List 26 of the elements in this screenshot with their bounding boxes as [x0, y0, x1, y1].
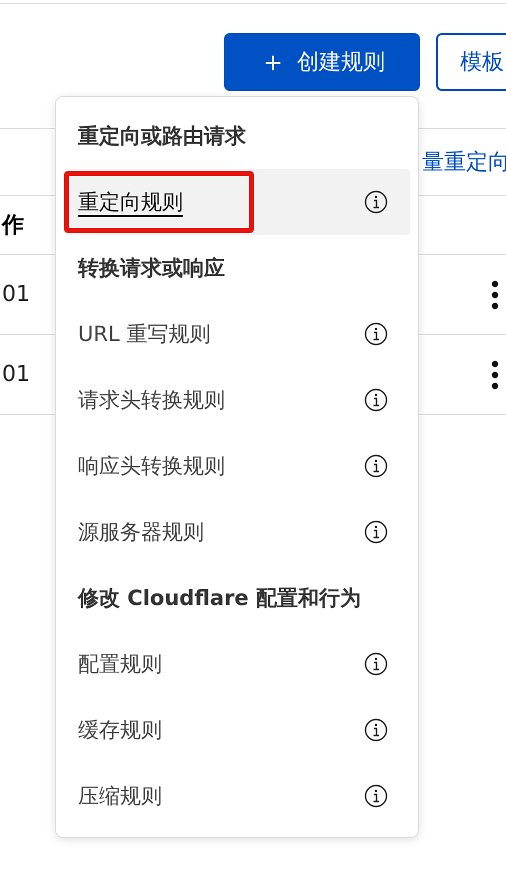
- info-icon[interactable]: [364, 454, 388, 478]
- info-icon[interactable]: [364, 388, 388, 412]
- menu-item[interactable]: 请求头转换规则: [64, 367, 410, 433]
- info-icon[interactable]: [364, 520, 388, 544]
- menu-group-heading: 转换请求或响应: [76, 255, 226, 282]
- info-icon[interactable]: [364, 784, 388, 808]
- menu-item[interactable]: 缓存规则: [64, 697, 410, 763]
- info-icon[interactable]: [364, 190, 388, 214]
- table-cell: 01: [2, 282, 30, 307]
- menu-group-heading: 修改 Cloudflare 配置和行为: [76, 585, 362, 612]
- template-button[interactable]: 模板: [436, 33, 506, 91]
- column-header: 作: [2, 212, 24, 240]
- menu-item[interactable]: URL 重写规则: [64, 301, 410, 367]
- menu-item[interactable]: 配置规则: [64, 631, 410, 697]
- menu-item[interactable]: 压缩规则: [64, 763, 410, 829]
- more-icon[interactable]: [490, 360, 500, 390]
- table-cell: 01: [2, 362, 30, 387]
- info-icon[interactable]: [364, 718, 388, 742]
- menu-item[interactable]: 源服务器规则: [64, 499, 410, 565]
- create-rule-button[interactable]: ＋ 创建规则: [224, 33, 420, 91]
- menu-item[interactable]: 响应头转换规则: [64, 433, 410, 499]
- info-icon[interactable]: [364, 322, 388, 346]
- info-icon[interactable]: [364, 652, 388, 676]
- more-icon[interactable]: [490, 280, 500, 310]
- menu-item[interactable]: 重定向规则: [64, 169, 410, 235]
- menu-group-heading: 重定向或路由请求: [77, 123, 247, 150]
